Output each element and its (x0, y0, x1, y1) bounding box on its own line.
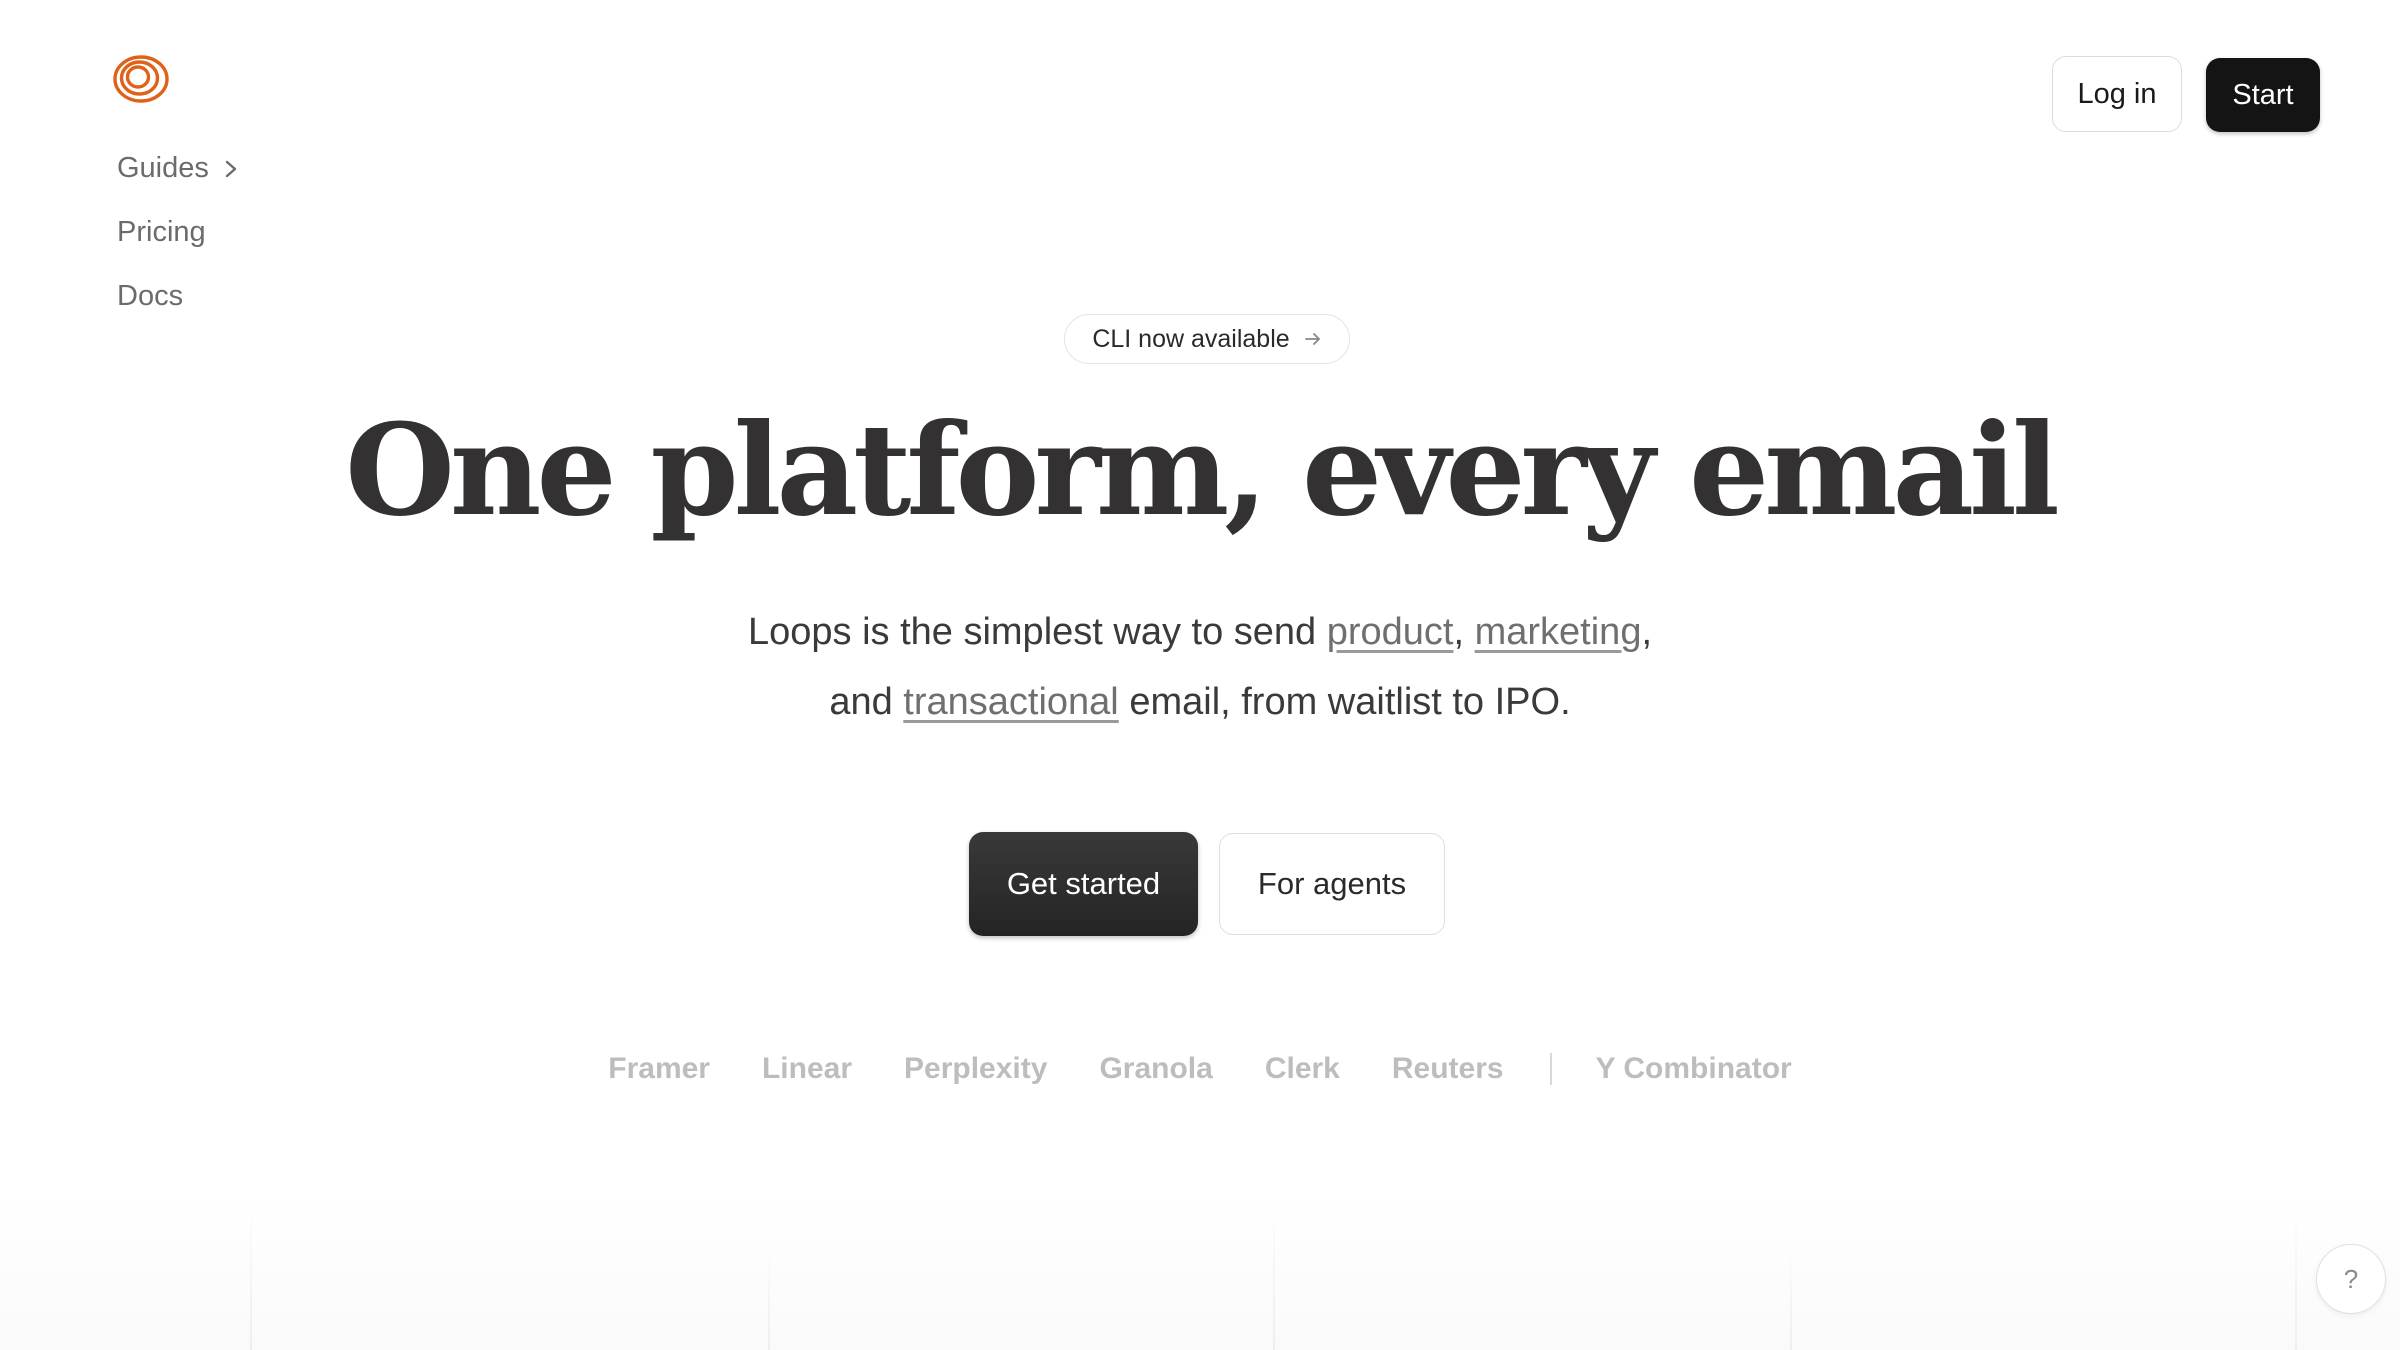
landing-page: Guides Pricing Docs Log in Start CLI now… (0, 0, 2400, 1350)
help-button[interactable]: ? (2316, 1244, 2386, 1314)
loops-logo-icon[interactable] (112, 54, 170, 104)
customer-logo-linear: Linear (761, 1052, 853, 1085)
login-button[interactable]: Log in (2052, 56, 2182, 132)
customer-logos: Framer Linear Perplexity Granola Clerk R… (0, 1052, 2400, 1086)
subtitle-text: , (1453, 611, 1475, 653)
investor-logo-y-combinator: Y Combinator (1595, 1052, 1792, 1085)
product-link[interactable]: product (1327, 611, 1454, 653)
grid-divider (2295, 1205, 2297, 1350)
grid-divider (1790, 1250, 1792, 1350)
announcement-label: CLI now available (1092, 324, 1290, 353)
announcement-pill[interactable]: CLI now available (1064, 314, 1350, 364)
customer-logo-framer: Framer (608, 1052, 710, 1085)
grid-divider (1273, 1205, 1275, 1350)
customer-logo-granola: Granola (1099, 1052, 1213, 1085)
nav-item-label: Pricing (117, 215, 206, 248)
subtitle-text: email, from waitlist to IPO. (1118, 681, 1571, 723)
customer-logo-reuters: Reuters (1391, 1052, 1504, 1085)
bottom-fade-panel (0, 1190, 2400, 1350)
customer-logo-clerk: Clerk (1264, 1052, 1340, 1085)
grid-divider (250, 1205, 252, 1350)
customer-logo-perplexity: Perplexity (904, 1052, 1048, 1085)
grid-divider (768, 1250, 770, 1350)
for-agents-button[interactable]: For agents (1219, 833, 1445, 935)
arrow-right-icon (1304, 333, 1320, 345)
logo-divider (1549, 1053, 1552, 1085)
nav-item-guides[interactable]: Guides (117, 147, 239, 189)
subtitle-text: Loops is the simplest way to send (747, 611, 1327, 653)
nav-item-pricing[interactable]: Pricing (117, 211, 239, 253)
subtitle-text: and (829, 681, 904, 723)
chevron-right-icon (225, 160, 237, 178)
nav-item-docs[interactable]: Docs (117, 275, 239, 317)
hero-headline: One platform, every email (345, 396, 2060, 544)
transactional-link[interactable]: transactional (903, 681, 1118, 723)
get-started-button[interactable]: Get started (969, 832, 1198, 936)
nav-item-label: Docs (117, 279, 184, 312)
subtitle-text: , (1641, 611, 1653, 653)
nav-item-label: Guides (117, 151, 209, 184)
main-nav: Guides Pricing Docs (117, 147, 239, 339)
marketing-link[interactable]: marketing (1475, 611, 1642, 653)
start-button[interactable]: Start (2206, 58, 2320, 132)
hero-subtitle: Loops is the simplest way to send produc… (0, 597, 2400, 737)
